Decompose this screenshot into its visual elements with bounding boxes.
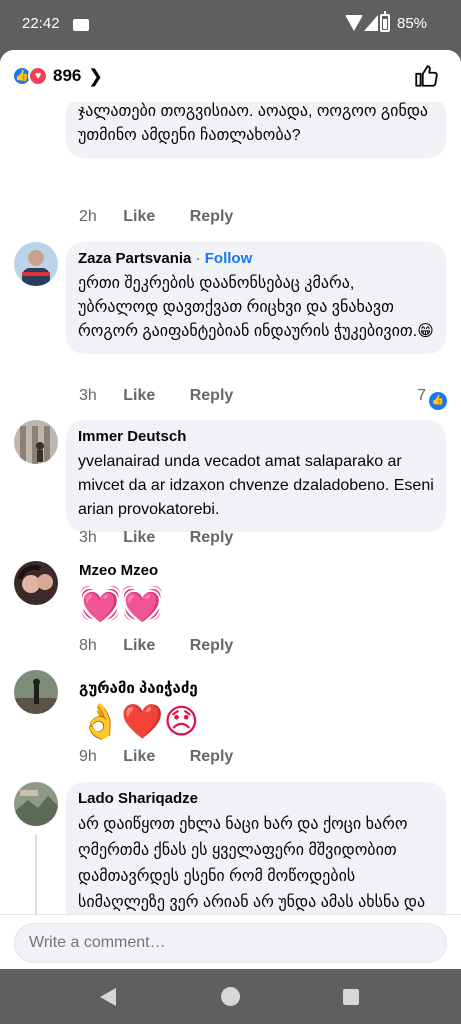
avatar[interactable] <box>14 670 58 714</box>
comment-emoji: 💓💓 <box>79 585 164 623</box>
back-icon[interactable] <box>100 988 116 1006</box>
comment-like-count[interactable]: 7 👍 <box>417 387 447 410</box>
comment-time: 3h <box>79 529 97 546</box>
cellular-signal-icon <box>364 15 378 31</box>
comment-text: yvelanairad unda vecadot amat salaparako… <box>78 453 434 518</box>
comment-block: გურამი პაიჭაძე 👌❤️😞 <box>79 680 339 744</box>
follow-button[interactable]: Follow <box>205 250 253 267</box>
reply-button[interactable]: Reply <box>190 748 234 765</box>
author-name[interactable]: Zaza Partsvania <box>78 250 191 267</box>
recents-icon[interactable] <box>343 989 359 1005</box>
comment-time: 2h <box>79 208 97 225</box>
comment-bubble: Immer Deutsch yvelanairad unda vecadot a… <box>66 420 446 532</box>
comment-composer <box>0 914 461 969</box>
author-name[interactable]: Mzeo Mzeo <box>79 562 279 580</box>
comment-block: Mzeo Mzeo 💓💓 <box>79 562 279 626</box>
comment-author[interactable]: Zaza Partsvania · Follow <box>78 250 434 268</box>
system-nav-bar <box>0 969 461 1024</box>
comment-bubble: ჯალათები თოგვისიაო. აოადა, ოოგოო გინდა უ… <box>66 96 446 158</box>
like-button[interactable]: Like <box>123 748 155 765</box>
status-bar: 22:42 85% <box>0 0 461 50</box>
wifi-icon <box>345 15 363 31</box>
reply-button[interactable]: Reply <box>190 208 234 225</box>
author-name[interactable]: Immer Deutsch <box>78 428 434 446</box>
reply-button[interactable]: Reply <box>190 529 234 546</box>
separator-dot: · <box>195 250 201 267</box>
reply-button[interactable]: Reply <box>190 637 234 654</box>
love-reaction-icon: ♥ <box>28 66 48 86</box>
like-button[interactable]: Like <box>123 208 155 225</box>
avatar[interactable] <box>14 242 58 286</box>
like-button[interactable]: Like <box>123 529 155 546</box>
reply-button[interactable]: Reply <box>190 387 234 404</box>
avatar[interactable] <box>14 420 58 464</box>
comment-time: 8h <box>79 637 97 654</box>
comment-bubble: Zaza Partsvania · Follow ერთი შეკრების დ… <box>66 242 446 354</box>
like-reaction-icon: 👍 <box>429 392 447 410</box>
battery-percent: 85% <box>397 15 428 32</box>
comment-time: 9h <box>79 748 97 765</box>
avatar[interactable] <box>14 561 58 605</box>
comment-list: ჯალათები თოგვისიაო. აოადა, ოოგოო გინდა უ… <box>0 96 461 969</box>
comment-time: 3h <box>79 387 97 404</box>
battery-icon <box>380 11 390 32</box>
comment-actions: 8h Like Reply <box>79 637 263 655</box>
comment-input[interactable] <box>14 923 447 963</box>
like-outline-icon[interactable] <box>413 63 439 89</box>
author-name[interactable]: Lado Shariqadze <box>78 790 434 808</box>
chevron-right-icon[interactable]: ❯ <box>88 67 103 85</box>
author-name[interactable]: გურამი პაიჭაძე <box>79 680 339 698</box>
comment-actions: 2h Like Reply <box>79 208 263 226</box>
like-button[interactable]: Like <box>123 637 155 654</box>
like-button[interactable]: Like <box>123 387 155 404</box>
comment-text: ერთი შეკრების დაანონსებაც კმარა, უბრალოდ… <box>78 275 434 340</box>
avatar[interactable] <box>14 782 58 826</box>
status-time: 22:42 <box>22 15 60 32</box>
message-icon <box>73 19 89 31</box>
reactions-header: 👍 ♥ 896 ❯ <box>0 50 461 102</box>
comment-emoji: 👌❤️😞 <box>79 703 200 741</box>
comment-actions: 9h Like Reply <box>79 748 263 766</box>
comments-sheet: 👍 ♥ 896 ❯ ჯალათები თოგვისიაო. აოადა, ოოგ… <box>0 50 461 969</box>
reaction-count[interactable]: 896 <box>53 66 81 86</box>
comment-text: ჯალათები თოგვისიაო. აოადა, ოოგოო გინდა უ… <box>78 103 429 144</box>
reactions-summary[interactable]: 👍 ♥ <box>12 66 52 86</box>
like-count-value: 7 <box>417 387 426 404</box>
comment-actions: 3h Like Reply <box>79 387 263 405</box>
comment-actions: 3h Like Reply <box>79 529 263 547</box>
home-icon[interactable] <box>221 987 240 1006</box>
